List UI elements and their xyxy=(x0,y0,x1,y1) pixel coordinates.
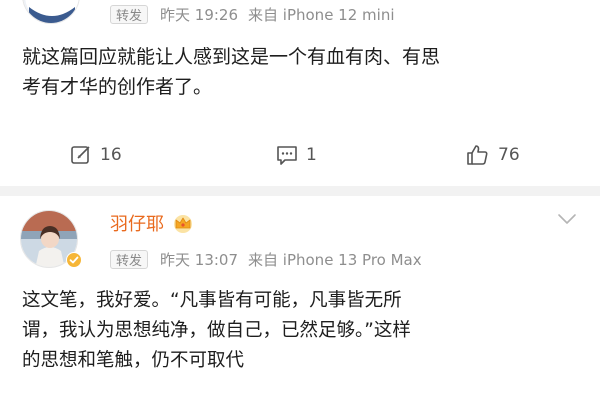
post-text-line: 的思想和笔触，仍不可取代 xyxy=(22,350,245,371)
post-text-line: 就这篇回应就能让人感到这是一个有血有肉、有思 xyxy=(22,46,441,68)
post-divider xyxy=(0,186,600,196)
post-time: 昨天 19:26 xyxy=(160,5,239,24)
post-source[interactable]: 来自 iPhone 13 Pro Max xyxy=(248,249,422,270)
post-source[interactable]: 来自 iPhone 12 mini xyxy=(248,4,394,25)
repost-button[interactable]: 16 xyxy=(70,141,122,169)
post-card: 转发 昨天 19:26 来自 iPhone 12 mini 就这篇回应就能让人感… xyxy=(0,0,600,186)
post-meta: 转发 昨天 13:07 来自 iPhone 13 Pro Max xyxy=(110,249,422,269)
verified-badge-icon xyxy=(66,252,82,268)
action-bar: 16 1 76 xyxy=(0,141,600,169)
avatar[interactable] xyxy=(22,0,80,24)
like-button[interactable]: 76 xyxy=(466,141,520,169)
post-text-line: 这文笔，我好爱。“凡事皆有可能，凡事皆无所 xyxy=(22,290,402,311)
username-text[interactable]: 羽仔耶 xyxy=(110,210,164,236)
crown-icon[interactable] xyxy=(172,213,194,233)
repost-icon xyxy=(71,146,90,164)
comment-count: 1 xyxy=(306,145,317,165)
repost-badge: 转发 xyxy=(110,249,149,269)
post-text-line: 考有才华的创作者了。 xyxy=(22,76,213,98)
thumbs-up-icon xyxy=(467,145,488,165)
post-time: 昨天 13:07 xyxy=(160,250,239,269)
comment-button[interactable]: 1 xyxy=(276,141,317,169)
like-count: 76 xyxy=(498,145,520,165)
comment-icon xyxy=(277,146,297,165)
repost-badge: 转发 xyxy=(110,4,149,24)
post-text-line: 谓，我认为思想纯净，做自己，已然足够。”这样 xyxy=(22,320,411,341)
post-meta: 转发 昨天 19:26 来自 iPhone 12 mini xyxy=(110,4,395,24)
repost-count: 16 xyxy=(100,145,122,165)
username[interactable]: 羽仔耶 xyxy=(110,210,194,236)
post-text: 就这篇回应就能让人感到这是一个有血有肉、有思 考有才华的创作者了。 xyxy=(22,42,582,102)
post-text: 这文笔，我好爱。“凡事皆有可能，凡事皆无所 谓，我认为思想纯净，做自己，已然足够… xyxy=(22,286,587,376)
chevron-down-icon[interactable] xyxy=(556,212,578,226)
post-card: 羽仔耶 转发 昨天 13:07 来自 iPhone 13 Pro Max 这文笔… xyxy=(0,196,600,400)
